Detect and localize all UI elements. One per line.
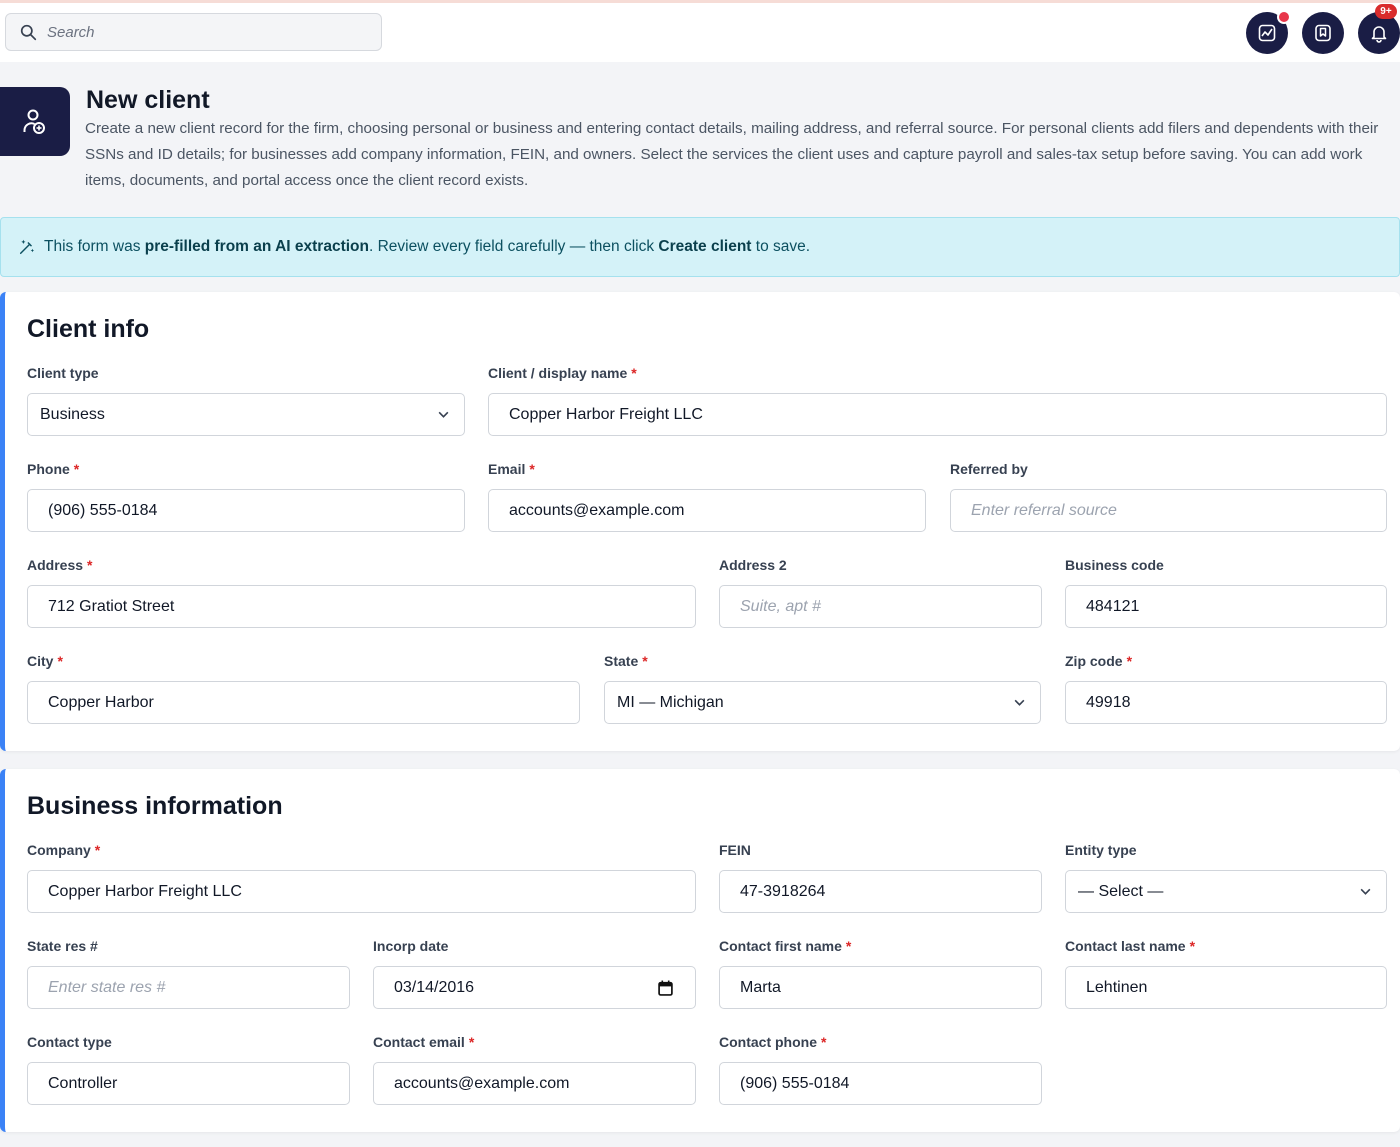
contact-email-label: Contact email * bbox=[373, 1034, 475, 1050]
city-value: Copper Harbor bbox=[48, 693, 154, 711]
company-label: Company * bbox=[27, 842, 101, 858]
search-input[interactable]: Search bbox=[5, 13, 382, 51]
client-info-card: Client info Client type Business Client … bbox=[0, 292, 1400, 751]
business-code-input[interactable]: 484121 bbox=[1065, 585, 1387, 628]
contact-last-value: Lehtinen bbox=[1086, 978, 1148, 996]
address2-input[interactable]: Suite, apt # bbox=[719, 585, 1042, 628]
chart-icon bbox=[1258, 24, 1276, 42]
phone-label: Phone * bbox=[27, 461, 80, 477]
email-label: Email * bbox=[488, 461, 535, 477]
client-type-value: Business bbox=[40, 405, 105, 423]
contact-phone-input[interactable]: (906) 555-0184 bbox=[719, 1062, 1042, 1105]
calendar-icon[interactable] bbox=[658, 980, 673, 996]
entity-type-label: Entity type bbox=[1065, 842, 1137, 858]
phone-value: (906) 555-0184 bbox=[48, 501, 158, 519]
display-name-value: Copper Harbor Freight LLC bbox=[509, 405, 703, 423]
contact-first-value: Marta bbox=[740, 978, 781, 996]
notifications-button[interactable]: 9+ bbox=[1358, 4, 1400, 54]
client-type-label: Client type bbox=[27, 365, 99, 381]
incorp-date-value: 03/14/2016 bbox=[394, 978, 475, 996]
state-res-label: State res # bbox=[27, 938, 98, 954]
bell-icon bbox=[1371, 26, 1387, 43]
address-input[interactable]: 712 Gratiot Street bbox=[27, 585, 696, 628]
client-type-select[interactable]: Business bbox=[27, 393, 465, 436]
state-res-input[interactable]: Enter state res # bbox=[27, 966, 350, 1009]
address-label: Address * bbox=[27, 557, 93, 573]
contact-first-label: Contact first name * bbox=[719, 938, 852, 954]
ai-prefill-banner: This form was pre-filled from an AI extr… bbox=[0, 217, 1400, 277]
contact-type-input[interactable]: Controller bbox=[27, 1062, 350, 1105]
contact-first-input[interactable]: Marta bbox=[719, 966, 1042, 1009]
banner-text-3: to save. bbox=[751, 238, 811, 255]
chevron-down-icon bbox=[438, 411, 449, 418]
state-value: MI — Michigan bbox=[617, 693, 724, 711]
incorp-date-input[interactable]: 03/14/2016 bbox=[373, 966, 696, 1009]
address2-label: Address 2 bbox=[719, 557, 787, 573]
contact-type-value: Controller bbox=[48, 1074, 118, 1092]
fein-input[interactable]: 47-3918264 bbox=[719, 870, 1042, 913]
status-dot bbox=[1277, 10, 1291, 24]
banner-bold-2: Create client bbox=[658, 238, 752, 255]
contact-email-input[interactable]: accounts@example.com bbox=[373, 1062, 696, 1105]
user-add-icon bbox=[23, 109, 45, 134]
banner-bold-1: pre-filled from an AI extraction bbox=[144, 238, 369, 255]
magic-wand-icon bbox=[19, 239, 35, 255]
state-label: State * bbox=[604, 653, 648, 669]
city-label: City * bbox=[27, 653, 63, 669]
search-icon bbox=[20, 24, 37, 40]
business-code-label: Business code bbox=[1065, 557, 1164, 573]
zip-input[interactable]: 49918 bbox=[1065, 681, 1387, 724]
referred-by-label: Referred by bbox=[950, 461, 1028, 477]
client-info-title: Client info bbox=[27, 315, 150, 343]
display-name-input[interactable]: Copper Harbor Freight LLC bbox=[488, 393, 1387, 436]
chevron-down-icon bbox=[1014, 699, 1025, 706]
contact-type-label: Contact type bbox=[27, 1034, 112, 1050]
banner-text-1: This form was bbox=[44, 238, 145, 255]
page-description: Create a new client record for the firm,… bbox=[85, 120, 1379, 189]
email-value: accounts@example.com bbox=[509, 501, 685, 519]
entity-type-select[interactable]: — Select — bbox=[1065, 870, 1387, 913]
client-header-icon bbox=[0, 87, 70, 156]
page-title: New client bbox=[86, 86, 210, 114]
contact-phone-value: (906) 555-0184 bbox=[740, 1074, 850, 1092]
search-placeholder: Search bbox=[47, 23, 95, 41]
referred-by-input[interactable]: Enter referral source bbox=[950, 489, 1387, 532]
contact-last-input[interactable]: Lehtinen bbox=[1065, 966, 1387, 1009]
zip-value: 49918 bbox=[1086, 693, 1131, 711]
business-code-value: 484121 bbox=[1086, 597, 1140, 615]
bookmarks-button[interactable] bbox=[1302, 12, 1344, 54]
zip-label: Zip code * bbox=[1065, 653, 1133, 669]
address-value: 712 Gratiot Street bbox=[48, 597, 175, 615]
referred-by-placeholder: Enter referral source bbox=[971, 501, 1117, 519]
business-info-title: Business information bbox=[27, 792, 283, 820]
display-name-label: Client / display name * bbox=[488, 365, 637, 381]
chevron-down-icon bbox=[1360, 888, 1371, 895]
address2-placeholder: Suite, apt # bbox=[740, 597, 821, 615]
state-select[interactable]: MI — Michigan bbox=[604, 681, 1041, 724]
company-value: Copper Harbor Freight LLC bbox=[48, 882, 242, 900]
city-input[interactable]: Copper Harbor bbox=[27, 681, 580, 724]
analytics-button[interactable] bbox=[1246, 10, 1291, 54]
contact-phone-label: Contact phone * bbox=[719, 1034, 827, 1050]
notification-badge: 9+ bbox=[1375, 4, 1397, 19]
entity-type-value: — Select — bbox=[1078, 882, 1164, 900]
state-res-placeholder: Enter state res # bbox=[48, 978, 166, 996]
incorp-date-label: Incorp date bbox=[373, 938, 449, 954]
banner-text-2: . Review every field carefully — then cl… bbox=[368, 238, 659, 255]
bookmark-icon bbox=[1315, 24, 1331, 42]
contact-last-label: Contact last name * bbox=[1065, 938, 1196, 954]
fein-label: FEIN bbox=[719, 842, 751, 858]
top-bar: Search 9+ bbox=[0, 0, 1400, 62]
contact-email-value: accounts@example.com bbox=[394, 1074, 570, 1092]
business-info-card: Business information Company * Copper Har… bbox=[0, 769, 1400, 1132]
email-input[interactable]: accounts@example.com bbox=[488, 489, 926, 532]
fein-value: 47-3918264 bbox=[740, 882, 826, 900]
phone-input[interactable]: (906) 555-0184 bbox=[27, 489, 465, 532]
company-input[interactable]: Copper Harbor Freight LLC bbox=[27, 870, 696, 913]
